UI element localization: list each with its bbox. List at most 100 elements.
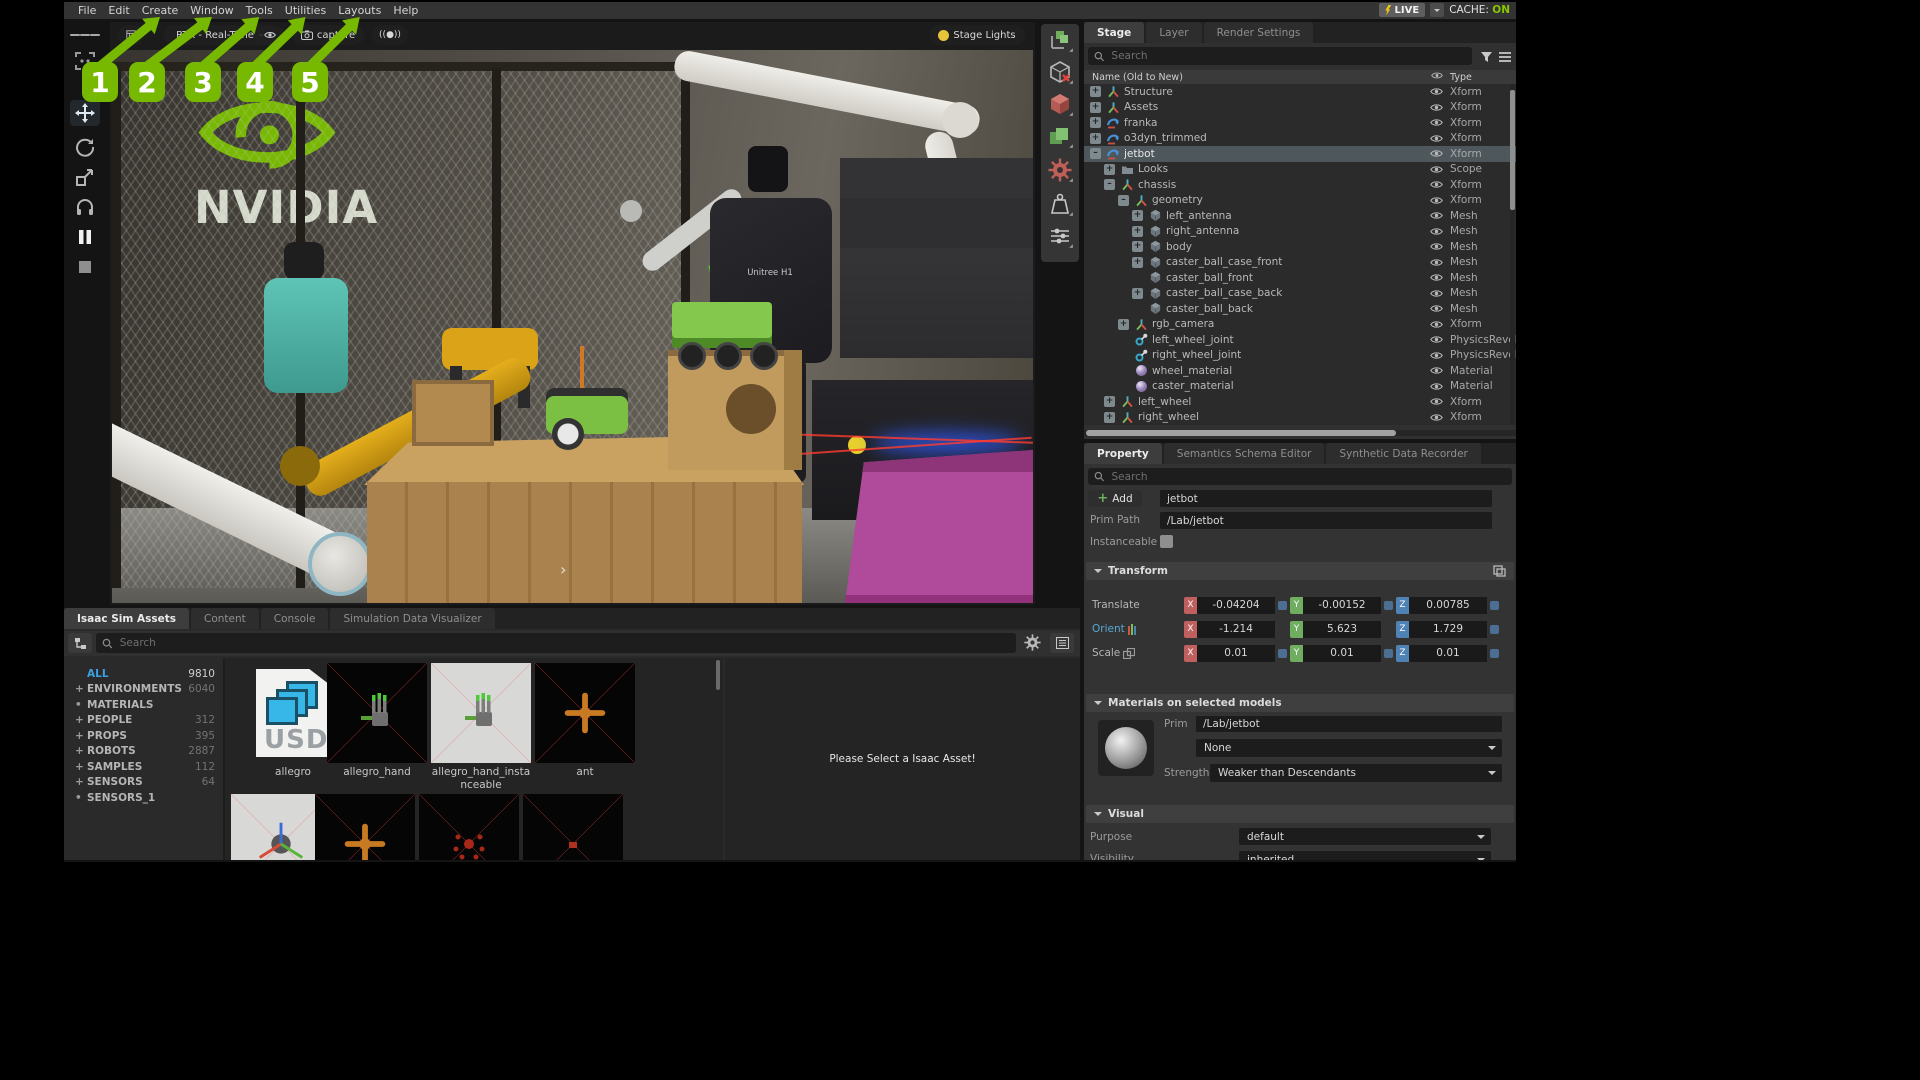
menu-item-utilities[interactable]: Utilities [279,4,332,17]
stage-tree-row-left-antenna[interactable]: + left_antenna Mesh [1084,208,1516,224]
expander-icon[interactable]: + [1118,318,1129,330]
tab-console[interactable]: Console [260,608,329,629]
transform-orient-y-field[interactable]: 5.623 [1303,620,1381,638]
visibility-eye-icon[interactable] [1430,227,1443,239]
tab-simulation-data-visualizer[interactable]: Simulation Data Visualizer [330,608,495,629]
tab-layer[interactable]: Layer [1146,22,1202,43]
transform-translate-x-field[interactable]: -0.04204 [1197,596,1275,614]
live-button[interactable]: LIVE [1378,3,1426,17]
red-cube-icon[interactable] [1048,92,1072,116]
transform-translate-z-field[interactable]: 0.00785 [1409,596,1487,614]
visibility-eye-icon[interactable] [1430,242,1443,254]
grid-scrollbar[interactable] [716,660,720,690]
visual-section-header[interactable]: Visual [1086,805,1514,823]
stage-tree-row-rgb-camera[interactable]: + rgb_camera Xform [1084,317,1516,333]
visibility-eye-icon[interactable] [1430,335,1443,347]
category-sensors-1[interactable]: • SENSORS_1 [67,790,223,806]
transform-orient-x-field[interactable]: -1.214 [1197,620,1275,638]
asset-thumb-ant[interactable] [535,663,635,763]
property-search-input[interactable] [1109,469,1506,484]
prim-name-field[interactable]: jetbot [1160,490,1492,507]
transform-section-header[interactable]: Transform [1086,562,1514,580]
category-materials[interactable]: • MATERIALS [67,697,223,713]
menu-item-edit[interactable]: Edit [102,4,135,17]
options-icon[interactable] [1498,51,1512,63]
tab-synthetic-data-recorder[interactable]: Synthetic Data Recorder [1326,443,1481,464]
category-people[interactable]: + PEOPLE 312 [67,713,223,729]
category-samples[interactable]: + SAMPLES 112 [67,759,223,775]
tree-view-button[interactable] [68,633,92,653]
asset-thumb-partial[interactable] [523,794,623,860]
visibility-eye-icon[interactable] [1430,87,1443,99]
settings-sliders-icon[interactable] [1048,224,1072,248]
add-button[interactable]: + Add [1088,490,1142,507]
expander-icon[interactable]: + [1104,163,1115,175]
stage-tree-row-caster-material[interactable]: caster_material Material [1084,379,1516,395]
transform-scale-y-field[interactable]: 0.01 [1303,644,1381,662]
transform-scale-x-field[interactable]: 0.01 [1197,644,1275,662]
keyframe-toggle[interactable] [1384,600,1393,610]
stage-tree-row-caster-ball-case-front[interactable]: + caster_ball_case_front Mesh [1084,255,1516,271]
stage-lights-button[interactable]: Stage Lights [929,25,1025,45]
visibility-eye-icon[interactable] [1430,351,1443,363]
menu-item-file[interactable]: File [72,4,102,17]
stage-tree-row-franka[interactable]: + franka Xform [1084,115,1516,131]
transform-translate-y-field[interactable]: -0.00152 [1303,596,1381,614]
menu-item-layouts[interactable]: Layouts [332,4,387,17]
visibility-eye-icon[interactable] [1430,196,1443,208]
stage-tree-row-structure[interactable]: + Structure Xform [1084,84,1516,100]
transform-snap-icon[interactable] [1048,28,1072,52]
expander-icon[interactable]: + [1090,86,1101,98]
visibility-eye-icon[interactable] [1430,273,1443,285]
scale-tool-button[interactable] [70,164,100,190]
viewport-view-button[interactable] [118,25,144,45]
stage-tree-row-right-antenna[interactable]: + right_antenna Mesh [1084,224,1516,240]
stage-tree-row-chassis[interactable]: – chassis Xform [1084,177,1516,193]
material-prim-field[interactable]: /Lab/jetbot [1196,716,1502,732]
asset-thumb-partial[interactable] [419,794,519,860]
hide-prim-icon[interactable] [1048,60,1072,84]
visibility-eye-icon[interactable] [1430,165,1443,177]
stage-tree-row-looks[interactable]: + Looks Scope [1084,162,1516,178]
record-button[interactable]: ((●)) [372,25,408,45]
visibility-eye-icon[interactable] [1430,397,1443,409]
tab-semantics-schema-editor[interactable]: Semantics Schema Editor [1163,443,1325,464]
headphones-icon[interactable] [70,194,100,220]
expander-icon[interactable]: + [1132,225,1143,237]
visibility-eye-icon[interactable] [1430,134,1443,146]
visibility-eye-icon[interactable] [1430,366,1443,378]
expander-icon[interactable]: + [1132,210,1143,222]
assets-settings-gear-icon[interactable] [1024,634,1041,655]
asset-thumb-allegro-hand-instanceable[interactable] [431,663,531,763]
expander-icon[interactable]: + [1090,117,1101,129]
keyframe-toggle[interactable] [1490,600,1499,610]
assets-search[interactable] [96,633,1016,653]
list-view-button[interactable] [1050,633,1074,653]
tab-isaac-sim-assets[interactable]: Isaac Sim Assets [64,608,189,629]
menu-item-create[interactable]: Create [136,4,185,17]
keyframe-toggle[interactable] [1490,648,1499,658]
menu-item-tools[interactable]: Tools [240,4,279,17]
visibility-dropdown[interactable]: inherited [1239,851,1491,860]
expander-icon[interactable]: + [1090,132,1101,144]
material-binding-dropdown[interactable]: None [1196,739,1502,757]
mass-weight-icon[interactable] [1048,192,1072,216]
visibility-eye-button[interactable] [256,25,284,45]
visibility-eye-icon[interactable] [1430,320,1443,332]
expander-icon[interactable]: + [1132,287,1143,299]
stage-tree-row-geometry[interactable]: – geometry Xform [1084,193,1516,209]
viewport[interactable]: NVIDIA [110,22,1035,605]
stage-tree-row-body[interactable]: + body Mesh [1084,239,1516,255]
transform-orient-z-field[interactable]: 1.729 [1409,620,1487,638]
expander-icon[interactable]: – [1104,179,1115,191]
green-cubes-icon[interactable] [1048,124,1072,148]
name-column-header[interactable]: Name (Old to New) [1092,72,1183,83]
pause-button[interactable] [70,224,100,250]
tab-content[interactable]: Content [190,608,259,629]
strength-dropdown[interactable]: Weaker than Descendants [1210,764,1502,782]
stage-hscrollbar[interactable] [1084,430,1516,436]
tab-property[interactable]: Property [1084,443,1162,464]
stage-tree-row-wheel-material[interactable]: wheel_material Material [1084,363,1516,379]
property-search[interactable] [1088,468,1512,485]
stage-tree-row-right-wheel[interactable]: + right_wheel Xform [1084,410,1516,426]
